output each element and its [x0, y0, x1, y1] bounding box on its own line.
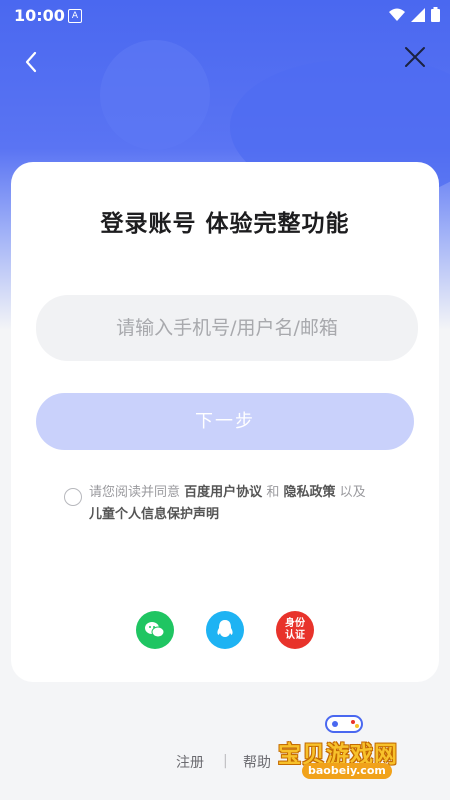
- status-bar: 10:00 A: [0, 0, 450, 32]
- help-link[interactable]: 帮助: [243, 752, 271, 772]
- agreement-text: 请您阅读并同意 百度用户协议 和 隐私政策 以及 儿童个人信息保护声明: [89, 482, 419, 526]
- agreement-and: 和: [266, 485, 280, 500]
- id-verify-label: 身份认证: [285, 618, 305, 641]
- status-indicators: [389, 7, 440, 22]
- gamepad-icon: [325, 715, 363, 733]
- battery-icon: [431, 7, 440, 22]
- decorative-blob: [100, 40, 210, 150]
- account-input[interactable]: [36, 295, 418, 361]
- back-chevron-icon[interactable]: [18, 48, 46, 76]
- watermark-logo: 宝贝游戏网 baobeiy.com: [270, 705, 430, 785]
- signal-icon: [411, 7, 425, 22]
- watermark-url: baobeiy.com: [302, 763, 392, 779]
- page-title: 登录账号 体验完整功能: [100, 211, 350, 237]
- login-card: 登录账号 体验完整功能 下一步 请您阅读并同意 百度用户协议 和 隐私政策 以及…: [11, 162, 439, 682]
- wifi-icon: [389, 8, 405, 21]
- status-time: 10:00: [14, 6, 65, 25]
- qq-login-button[interactable]: [206, 611, 244, 649]
- notification-icon: A: [68, 9, 82, 23]
- user-agreement-link[interactable]: 百度用户协议: [184, 485, 262, 500]
- agreement-also: 以及: [339, 485, 366, 500]
- wechat-login-button[interactable]: [136, 611, 174, 649]
- agreement-prefix: 请您阅读并同意: [89, 485, 181, 500]
- id-verify-button[interactable]: 身份认证: [276, 611, 314, 649]
- privacy-policy-link[interactable]: 隐私政策: [283, 485, 335, 500]
- qq-icon: [217, 620, 233, 637]
- child-privacy-link[interactable]: 儿童个人信息保护声明: [89, 507, 219, 522]
- close-icon[interactable]: [402, 44, 428, 70]
- footer-separator: |: [223, 753, 228, 769]
- register-link[interactable]: 注册: [176, 752, 204, 772]
- agreement-checkbox[interactable]: [64, 488, 82, 506]
- wechat-icon: [145, 622, 165, 638]
- next-step-button[interactable]: 下一步: [36, 393, 414, 450]
